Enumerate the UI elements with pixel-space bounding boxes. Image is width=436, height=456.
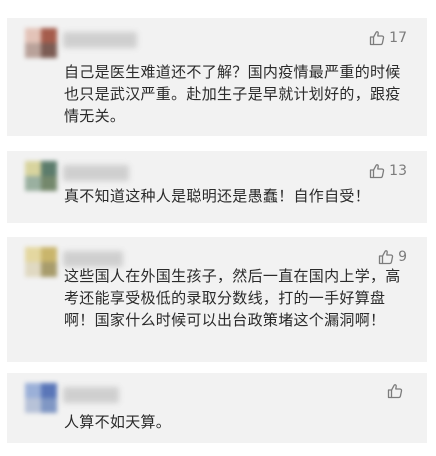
comment-text: 自己是医生难道还不了解？国内疫情最严重的时候也只是武汉严重。赴加生子是早就计划好… xyxy=(64,63,401,125)
username-blurred[interactable] xyxy=(63,387,119,403)
comment-card: 人算不如天算。 xyxy=(7,373,427,443)
like-count: 13 xyxy=(389,163,407,179)
like-button[interactable]: 17 xyxy=(369,28,407,48)
comments-page: 17 自己是医生难道还不了解？国内疫情最严重的时候也只是武汉严重。赴加生子是早就… xyxy=(0,0,436,456)
comment-text: 人算不如天算。 xyxy=(64,413,172,431)
like-count: 9 xyxy=(398,249,407,265)
comment-text: 这些国人在外国生孩子，然后一直在国内上学，高考还能享受极低的录取分数线，打的一手… xyxy=(64,267,401,329)
avatar[interactable] xyxy=(25,28,57,58)
comment-text: 真不知道这种人是聪明还是愚蠢！自作自受！ xyxy=(64,187,371,205)
username-blurred[interactable] xyxy=(63,32,137,48)
avatar[interactable] xyxy=(25,383,57,413)
thumbs-up-icon xyxy=(370,31,385,46)
like-button[interactable]: 13 xyxy=(369,161,407,181)
comment-card: 13 真不知道这种人是聪明还是愚蠢！自作自受！ xyxy=(7,151,427,223)
thumbs-up-icon xyxy=(387,384,403,399)
thumbs-up-icon xyxy=(370,164,385,179)
thumbs-up-icon xyxy=(378,250,394,265)
username-blurred[interactable] xyxy=(63,165,129,181)
like-count: 17 xyxy=(389,30,407,46)
avatar[interactable] xyxy=(25,161,57,191)
like-button[interactable] xyxy=(387,383,407,399)
like-button[interactable]: 9 xyxy=(378,247,407,267)
comment-card: 9 这些国人在外国生孩子，然后一直在国内上学，高考还能享受极低的录取分数线，打的… xyxy=(7,237,427,362)
avatar[interactable] xyxy=(25,247,57,277)
comment-card: 17 自己是医生难道还不了解？国内疫情最严重的时候也只是武汉严重。赴加生子是早就… xyxy=(7,18,427,136)
